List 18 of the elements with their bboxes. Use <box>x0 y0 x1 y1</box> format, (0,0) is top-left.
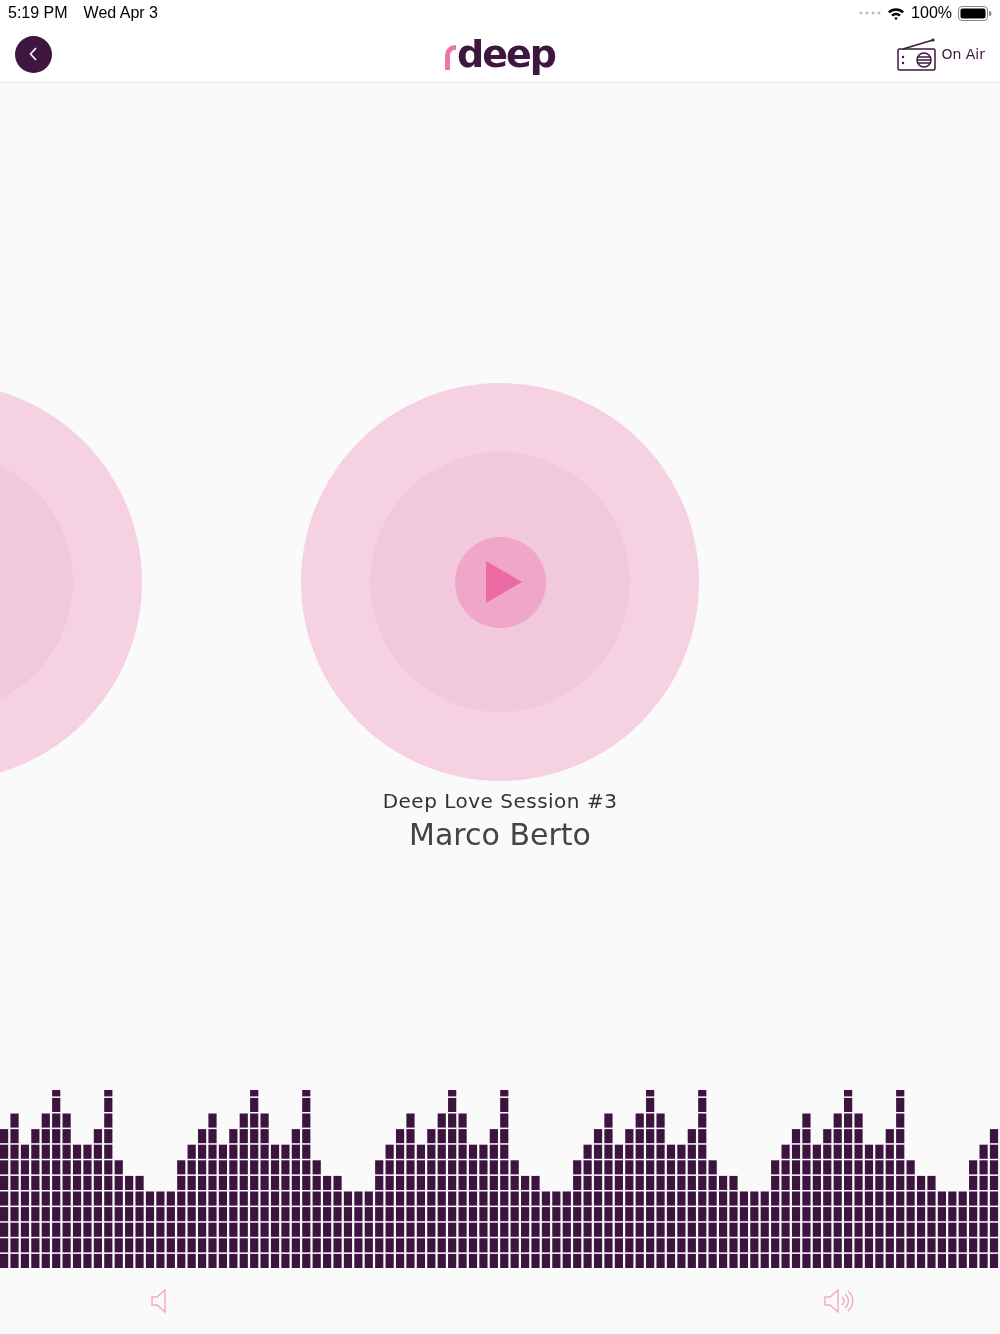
signal-icon <box>859 11 882 15</box>
speaker-icon <box>150 1288 168 1314</box>
artist-name: Marco Berto <box>409 817 591 852</box>
speaker-loud-icon <box>823 1288 855 1314</box>
volume-down-button[interactable] <box>150 1288 168 1314</box>
track-title: Deep Love Session #3 <box>382 789 618 813</box>
battery-percent: 100% <box>911 4 952 22</box>
battery-icon <box>958 5 992 21</box>
volume-up-button[interactable] <box>823 1288 855 1314</box>
logo: deep <box>445 32 555 76</box>
wifi-icon <box>887 6 906 20</box>
play-icon <box>484 559 524 605</box>
status-date: Wed Apr 3 <box>83 4 158 22</box>
back-button[interactable] <box>15 35 52 73</box>
back-chevron-icon <box>27 46 40 62</box>
status-time: 5:19 PM <box>8 4 68 22</box>
radio-icon <box>897 37 938 71</box>
on-air-button[interactable]: On Air <box>897 37 985 71</box>
